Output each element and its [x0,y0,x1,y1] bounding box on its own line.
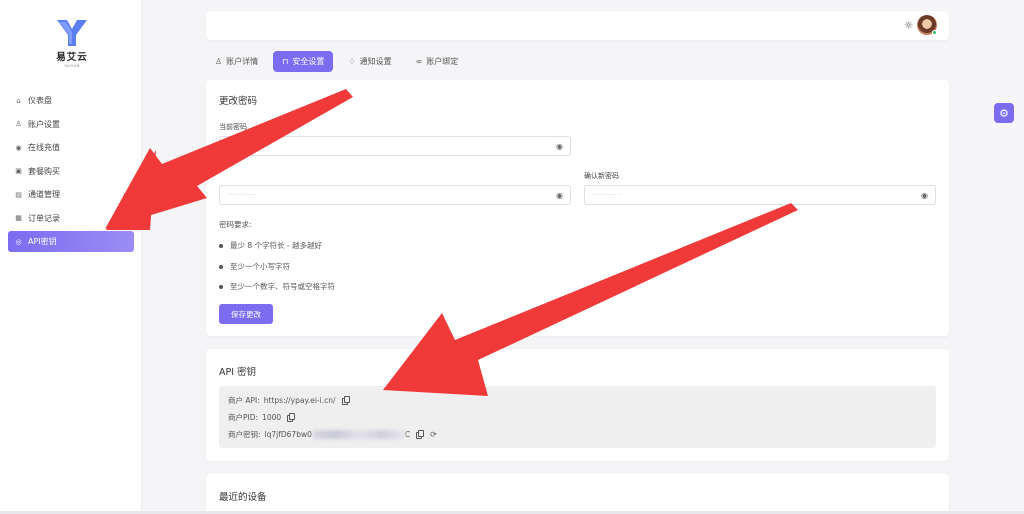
sidebar-item-label: 订单记录 [28,213,60,223]
theme-toggle-sun-icon[interactable]: ☼ [902,19,915,32]
tab-label: 安全设置 [292,57,325,66]
merchant-api-label: 商户 API: [228,396,260,405]
coin-icon: ◉ [15,143,22,152]
user-icon: ♙ [15,120,22,128]
api-key-title: API 密钥 [219,367,257,378]
sidebar-item-account-settings[interactable]: ♙ 账户设置 [8,114,134,135]
sidebar-item-label: 通道管理 [28,190,60,199]
cart-icon: ▣ [15,167,22,175]
settings-gear-button[interactable]: ⚙ [994,103,1014,123]
user-icon: ♙ [215,57,223,66]
sidebar-item-recharge[interactable]: ◉ 在线充值 [8,137,134,158]
recent-devices-card [206,474,949,514]
gear-icon: ⚙ [999,106,1009,120]
tab-account-details[interactable]: ♙ 账户详情 [206,51,267,72]
confirm-password-input[interactable]: ············ ◉ [584,185,936,205]
merchant-api-row: 商户 API: https://ypay.ei-i.cn/ [228,395,350,406]
sidebar-item-channels[interactable]: ▤ 通道管理 › [8,184,134,205]
sidebar-item-label: 账户设置 [28,119,60,129]
copy-icon[interactable] [341,396,350,405]
api-info-box: 商户 API: https://ypay.ei-i.cn/ 商户PID: 100… [219,386,936,448]
sidebar-item-orders[interactable]: ▦ 订单记录 [8,208,134,229]
dashboard-icon: ⌂ [16,96,21,105]
save-changes-button[interactable]: 保存更改 [219,304,273,324]
merchant-secret-row: 商户密钥: lq7jfD67bw0 C ⟳ [228,429,437,440]
merchant-secret-value: lq7jfD67bw0 [264,430,312,439]
requirement-item: 最少 8 个字符长 - 越多越好 [219,240,322,251]
sidebar-nav: ⌂ 仪表盘 ♙ 账户设置 ◉ 在线充值 ▣ 套餐购买 ▤ 通道管理 › ▦ 订单… [8,90,134,255]
copy-icon[interactable] [287,413,296,422]
sidebar: 易艾云 YAIYUN ⌂ 仪表盘 ♙ 账户设置 ◉ 在线充值 ▣ 套餐购买 ▤ … [0,0,142,514]
order-icon: ▦ [15,214,22,222]
merchant-api-value: https://ypay.ei-i.cn/ [263,396,336,405]
current-password-label: 当前密码 [219,123,247,131]
redacted-blur [312,430,405,439]
password-requirements-title: 密码要求: [219,220,252,229]
bell-icon: ♢ [348,57,356,66]
tab-notification-settings[interactable]: ♢ 通知设置 [339,51,400,72]
confirm-password-label: 确认新密码 [584,172,619,180]
merchant-secret-label: 商户密钥: [228,430,261,439]
sidebar-item-packages[interactable]: ▣ 套餐购买 [8,161,134,182]
sidebar-item-label: API密钥 [28,237,57,246]
sidebar-item-dashboard[interactable]: ⌂ 仪表盘 [8,90,134,111]
current-password-input[interactable]: ◉ [219,136,571,156]
tab-label: 账户详情 [226,57,259,66]
chevron-right-icon: › [122,189,126,200]
requirement-text: 至少一个数字、符号或空格字符 [230,282,335,291]
bullet [219,243,223,248]
requirement-item: 至少一个小写字符 [219,261,290,272]
sidebar-item-label: 仪表盘 [28,96,52,105]
tab-security-settings[interactable]: ⊓ 安全设置 [273,51,334,72]
change-password-card [206,80,949,336]
bullet [219,264,223,269]
topbar: ☼ [206,11,949,40]
sidebar-item-label: 套餐购买 [28,166,60,176]
sidebar-item-api-key[interactable]: ◎ API密钥 [8,231,134,252]
confirm-password-masked: ············ [593,192,622,199]
merchant-pid-row: 商户PID: 1000 [228,412,296,423]
brand-sub: YAIYUN [64,64,80,68]
settings-tabs: ♙ 账户详情 ⊓ 安全设置 ♢ 通知设置 ∞ 账户绑定 [206,51,467,73]
tab-account-binding[interactable]: ∞ 账户绑定 [407,51,468,72]
key-icon: ◎ [15,237,22,246]
eye-icon[interactable]: ◉ [921,191,928,200]
requirement-text: 最少 8 个字符长 - 越多越好 [230,241,323,250]
requirement-item: 至少一个数字、符号或空格字符 [219,281,335,292]
tab-label: 通知设置 [359,57,392,66]
lock-icon: ⊓ [282,57,289,66]
new-password-masked: ············ [228,192,257,199]
logo-icon [57,20,87,46]
merchant-pid-label: 商户PID: [228,413,259,422]
merchant-secret-tail: C [404,430,411,439]
link-icon: ∞ [415,57,423,66]
tab-label: 账户绑定 [426,57,459,66]
recent-devices-title: 最近的设备 [219,492,267,503]
refresh-icon[interactable]: ⟳ [430,430,437,439]
online-status-dot [932,30,937,35]
requirement-text: 至少一个小写字符 [230,262,290,271]
merchant-pid-value: 1000 [262,413,282,422]
eye-icon[interactable]: ◉ [556,142,563,151]
sidebar-item-label: 在线充值 [28,143,60,152]
channel-icon: ▤ [15,190,22,199]
new-password-input[interactable]: ············ ◉ [219,185,571,205]
change-password-title: 更改密码 [219,96,258,107]
brand-name: 易艾云 [56,52,88,63]
copy-icon[interactable] [416,430,425,439]
eye-icon[interactable]: ◉ [556,191,563,200]
bullet [219,284,223,289]
brand-logo[interactable]: 易艾云 YAIYUN [50,18,94,68]
